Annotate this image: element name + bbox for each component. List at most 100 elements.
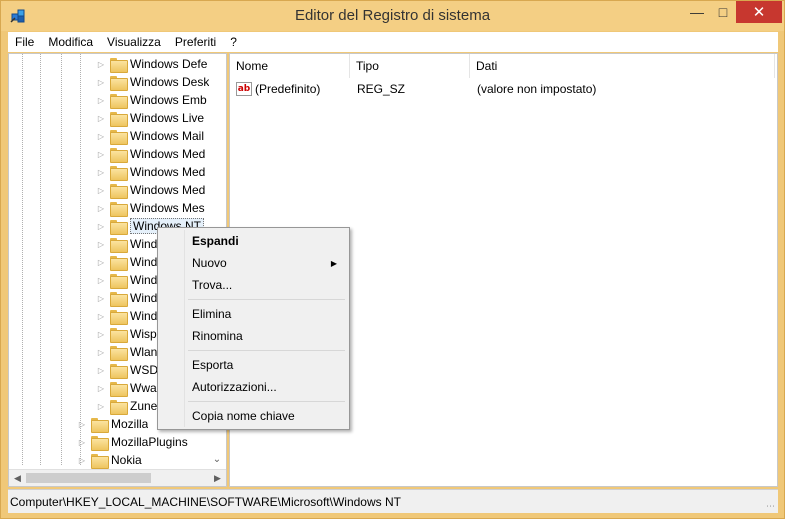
folder-icon (91, 435, 109, 451)
folder-icon (110, 147, 128, 163)
expand-arrow-icon[interactable]: ▷ (96, 402, 106, 411)
ctx-espandi[interactable]: Espandi (160, 230, 347, 252)
tree-item-label: Windows Mes (130, 201, 205, 215)
tree-item-label: Zune (130, 399, 158, 413)
column-header-tipo[interactable]: Tipo (350, 54, 470, 78)
ctx-trova[interactable]: Trova... (160, 274, 347, 296)
ctx-elimina[interactable]: Elimina (160, 303, 347, 325)
expand-arrow-icon[interactable]: ▷ (96, 312, 106, 321)
expand-arrow-icon[interactable]: ▷ (96, 276, 106, 285)
tree-item-label: Windows Live (130, 111, 205, 125)
expand-arrow-icon[interactable]: ▷ (96, 294, 106, 303)
tree-horizontal-scrollbar[interactable]: ◀ ▶ (9, 469, 226, 486)
expand-arrow-icon[interactable]: ▷ (96, 96, 106, 105)
tree-guide-line (80, 54, 81, 466)
ctx-copia-nome-chiave[interactable]: Copia nome chiave (160, 405, 347, 427)
tree-item-label: Wind (130, 255, 158, 269)
tree-item[interactable]: ▷ Wind (96, 307, 157, 325)
tree-item[interactable]: ▷ Windows Live (96, 109, 204, 127)
menu-visualizza[interactable]: Visualizza (100, 35, 168, 49)
tree-item[interactable]: ▷ Wind (96, 271, 157, 289)
menu-separator (188, 299, 345, 300)
value-row[interactable]: ab (Predefinito) (236, 80, 320, 98)
folder-icon (110, 345, 128, 361)
tree-item[interactable]: ▷ MozillaPlugins (77, 433, 188, 451)
expand-arrow-icon[interactable]: ▷ (96, 60, 106, 69)
expand-arrow-icon[interactable]: ▷ (96, 168, 106, 177)
tree-guide-line (40, 54, 41, 466)
expand-arrow-icon[interactable]: ▷ (96, 222, 106, 231)
folder-icon (91, 417, 109, 433)
menu-modifica[interactable]: Modifica (41, 35, 100, 49)
value-type: REG_SZ (357, 82, 406, 96)
expand-arrow-icon[interactable]: ▷ (96, 384, 106, 393)
scroll-right-icon[interactable]: ▶ (209, 470, 226, 486)
tree-guide-line (22, 54, 23, 466)
expand-arrow-icon[interactable]: ▷ (96, 258, 106, 267)
tree-item[interactable]: ▷ Wind (96, 253, 157, 271)
expand-arrow-icon[interactable]: ▷ (96, 330, 106, 339)
tree-item[interactable]: ▷ Zune (96, 397, 157, 415)
folder-icon (110, 201, 128, 217)
expand-arrow-icon[interactable]: ▷ (96, 132, 106, 141)
tree-item[interactable]: ▷ Mozilla (77, 415, 148, 433)
ctx-esporta[interactable]: Esporta (160, 354, 347, 376)
expand-arrow-icon[interactable]: ▷ (96, 186, 106, 195)
tree-item[interactable]: ▷ Wlan (96, 343, 157, 361)
minimize-button[interactable]: — (684, 1, 710, 23)
folder-icon (110, 327, 128, 343)
resize-grip-icon[interactable]: ⋯ (766, 501, 776, 511)
folder-icon (110, 129, 128, 145)
tree-item[interactable]: ▷ Nokia (77, 451, 142, 469)
status-bar: Computer\HKEY_LOCAL_MACHINE\SOFTWARE\Mic… (8, 489, 778, 513)
tree-item[interactable]: ▷ Windows Mes (96, 199, 205, 217)
maximize-button[interactable]: □ (710, 1, 736, 23)
ctx-autorizzazioni[interactable]: Autorizzazioni... (160, 376, 347, 398)
column-header-dati[interactable]: Dati (470, 54, 775, 78)
expand-arrow-icon[interactable]: ▷ (96, 150, 106, 159)
tree-item[interactable]: ▷ Wwa (96, 379, 157, 397)
tree-item[interactable]: ▷ Windows Med (96, 181, 205, 199)
title-bar[interactable]: Editor del Registro di sistema — □ ✕ (1, 1, 784, 31)
tree-item[interactable]: ▷ Windows Emb (96, 91, 207, 109)
menu-help[interactable]: ? (223, 35, 244, 49)
menu-file[interactable]: File (8, 35, 41, 49)
folder-icon (110, 309, 128, 325)
tree-item[interactable]: ▷ Windows Med (96, 145, 205, 163)
expand-arrow-icon[interactable]: ▷ (96, 114, 106, 123)
expand-arrow-icon[interactable]: ▷ (96, 240, 106, 249)
ctx-nuovo[interactable]: Nuovo ▶ (160, 252, 347, 274)
tree-item[interactable]: ▷ Wind (96, 289, 157, 307)
close-button[interactable]: ✕ (736, 1, 782, 23)
tree-item[interactable]: ▷ Wind (96, 235, 157, 253)
folder-icon (110, 219, 128, 235)
tree-item-label: Wind (130, 291, 158, 305)
context-menu: Espandi Nuovo ▶ Trova... Elimina Rinomin… (157, 227, 350, 430)
expand-arrow-icon[interactable]: ▷ (77, 456, 87, 465)
expand-arrow-icon[interactable]: ▷ (77, 438, 87, 447)
tree-item-label: Wind (130, 237, 158, 251)
tree-item[interactable]: ▷ Wisp (96, 325, 157, 343)
window-title: Editor del Registro di sistema (294, 7, 491, 24)
expand-arrow-icon[interactable]: ▷ (96, 204, 106, 213)
expand-arrow-icon[interactable]: ▷ (96, 348, 106, 357)
tree-item[interactable]: ▷ WSDA (96, 361, 166, 379)
column-header-nome[interactable]: Nome (230, 54, 350, 78)
scroll-thumb[interactable] (26, 473, 151, 483)
expand-arrow-icon[interactable]: ▷ (96, 366, 106, 375)
tree-item[interactable]: ▷ Windows Mail (96, 127, 204, 145)
tree-item-label: Mozilla (111, 417, 149, 431)
ctx-rinomina[interactable]: Rinomina (160, 325, 347, 347)
folder-icon (110, 165, 128, 181)
folder-icon (110, 237, 128, 253)
tree-item[interactable]: ▷ Windows Med (96, 163, 205, 181)
tree-scroll-down-button[interactable]: ⌄ (210, 451, 224, 468)
tree-item[interactable]: ▷ Windows Desk (96, 73, 209, 91)
expand-arrow-icon[interactable]: ▷ (96, 78, 106, 87)
expand-arrow-icon[interactable]: ▷ (77, 420, 87, 429)
tree-item-label: Windows Mail (130, 129, 205, 143)
scroll-left-icon[interactable]: ◀ (9, 470, 26, 486)
menu-preferiti[interactable]: Preferiti (168, 35, 223, 49)
tree-item-label: Windows Med (130, 183, 206, 197)
tree-item[interactable]: ▷ Windows Defe (96, 55, 207, 73)
